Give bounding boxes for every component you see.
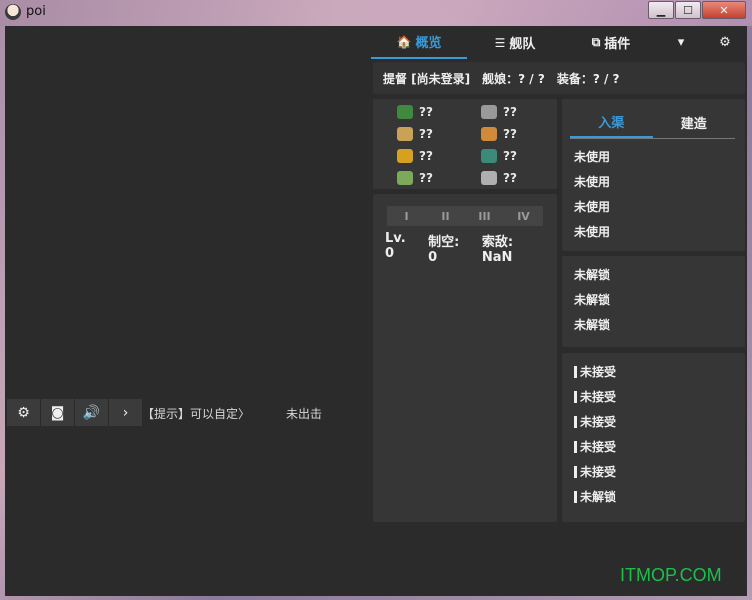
settings-button[interactable]: ⚙ <box>7 399 41 426</box>
status-bar <box>574 440 577 453</box>
expand-button[interactable]: › <box>109 399 143 426</box>
ship-count: 舰娘：? / ? <box>482 71 545 86</box>
tip-text: 【提示】可以自定〉 <box>142 407 251 421</box>
tab-repair-dock[interactable]: 入渠 <box>570 107 653 138</box>
admiral-info: 提督 [尚未登录] 舰娘：? / ? 装备：? / ? <box>373 62 745 94</box>
main-nav: 🏠 概览 ☰ 舰队 ⧉ 插件 ▾ ⚙ <box>371 26 747 59</box>
status-bar <box>574 465 577 478</box>
dock-panel: 入渠 建造 未使用 未使用 未使用 未使用 <box>562 99 745 251</box>
window-titlebar: poi ▁ ☐ ✕ <box>0 0 752 26</box>
screenshot-button[interactable]: ◙ <box>41 399 75 426</box>
fleet-air-power: 制空: 0 <box>428 235 460 265</box>
sitemap-icon: ⧉ <box>591 35 601 49</box>
fuel-icon <box>397 105 413 119</box>
camera-icon: ◙ <box>50 404 65 421</box>
bauxite-icon <box>481 127 497 141</box>
fleet-line-of-sight: 索敌: NaN <box>481 235 514 265</box>
equip-count: 装备：? / ? <box>556 71 620 86</box>
tab-plugins[interactable]: ⧉ 插件 <box>563 26 659 59</box>
chevron-right-icon: › <box>122 404 129 421</box>
resource-ammo: ?? <box>397 125 481 143</box>
home-icon: 🏠 <box>396 34 412 49</box>
fleet-tab-3[interactable]: III <box>465 206 504 226</box>
resource-fuel: ?? <box>397 103 481 121</box>
expedition-list: 未接受 未接受 未接受 未接受 未接受 未解锁 <box>574 359 616 509</box>
locked-slot: 未解锁 <box>574 318 611 332</box>
tab-construction[interactable]: 建造 <box>653 107 736 138</box>
status-bar <box>574 415 577 428</box>
close-button[interactable]: ✕ <box>702 1 746 19</box>
resource-screw: ?? <box>481 169 565 187</box>
fleet-tabs: I II III IV <box>387 206 543 226</box>
maximize-button[interactable]: ☐ <box>675 1 701 19</box>
dock-slot: 未使用 <box>574 175 611 189</box>
tab-fleet[interactable]: ☰ 舰队 <box>467 26 563 59</box>
resource-steel: ?? <box>481 103 565 121</box>
locked-slot: 未解锁 <box>574 293 611 307</box>
steel-icon <box>481 105 497 119</box>
admiral-name: 提督 [尚未登录] <box>383 71 471 86</box>
tab-label: 舰队 <box>509 37 536 52</box>
dock-slot: 未使用 <box>574 150 611 164</box>
gear-icon: ⚙ <box>719 35 731 50</box>
game-toolbar: ⚙ ◙ 🔊 › <box>7 399 143 426</box>
volume-button[interactable]: 🔊 <box>75 399 109 426</box>
screw-icon <box>481 171 497 185</box>
nav-settings-button[interactable]: ⚙ <box>703 26 747 59</box>
minimize-button[interactable]: ▁ <box>648 1 674 19</box>
fleet-tab-2[interactable]: II <box>426 206 465 226</box>
gears-icon: ⚙ <box>17 404 30 421</box>
expedition-slot: 未接受 <box>574 459 616 484</box>
tab-label: 概览 <box>415 36 442 51</box>
resource-instant-repair: ?? <box>481 147 565 165</box>
dock-tabs: 入渠 建造 <box>570 107 735 139</box>
sortie-status: 未出击 <box>286 407 323 421</box>
ammo-icon <box>397 127 413 141</box>
app-icon <box>5 4 21 20</box>
status-bar <box>574 365 577 378</box>
app-client: ⚙ ◙ 🔊 › 【提示】可以自定〉 未出击 🏠 概览 ☰ 舰队 ⧉ 插件 ▾ ⚙… <box>5 26 747 596</box>
burner-icon <box>397 149 413 163</box>
locked-slot: 未解锁 <box>574 268 611 282</box>
tab-overview[interactable]: 🏠 概览 <box>371 26 467 59</box>
resource-instant-construction: ?? <box>397 147 481 165</box>
fleet-level: Lv. 0 <box>385 231 406 261</box>
dock-slot: 未使用 <box>574 200 611 214</box>
window-controls: ▁ ☐ ✕ <box>647 1 746 19</box>
plugin-dropdown[interactable]: ▾ <box>659 26 703 59</box>
fleet-tab-4[interactable]: IV <box>504 206 543 226</box>
bucket-icon <box>397 171 413 185</box>
expedition-slot: 未解锁 <box>574 484 616 509</box>
dock-list: 未使用 未使用 未使用 未使用 <box>574 144 610 244</box>
locked-list: 未解锁 未解锁 未解锁 <box>574 262 610 337</box>
list-icon: ☰ <box>494 35 506 50</box>
resource-bucket: ?? <box>397 169 481 187</box>
repair-bucket-icon <box>481 149 497 163</box>
fleet-stats: Lv. 0 制空: 0 索敌: NaN <box>385 231 557 265</box>
expedition-slot: 未接受 <box>574 384 616 409</box>
fleet-tab-1[interactable]: I <box>387 206 426 226</box>
status-bar <box>574 390 577 403</box>
volume-icon: 🔊 <box>82 404 101 421</box>
expedition-panel: 未接受 未接受 未接受 未接受 未接受 未解锁 <box>562 353 745 522</box>
fleet-panel: I II III IV Lv. 0 制空: 0 索敌: NaN <box>373 194 557 522</box>
expedition-slot: 未接受 <box>574 409 616 434</box>
resource-panel: ?? ?? ?? ?? ?? ?? ?? ?? <box>373 99 557 189</box>
tab-label: 插件 <box>604 37 631 52</box>
game-view[interactable] <box>5 26 368 596</box>
caret-down-icon: ▾ <box>677 35 685 50</box>
locked-panel: 未解锁 未解锁 未解锁 <box>562 256 745 347</box>
watermark: ITMOP.COM <box>620 565 722 585</box>
resource-bauxite: ?? <box>481 125 565 143</box>
expedition-slot: 未接受 <box>574 434 616 459</box>
status-bar <box>574 490 577 503</box>
window-title: poi <box>26 4 46 19</box>
expedition-slot: 未接受 <box>574 359 616 384</box>
dock-slot: 未使用 <box>574 225 611 239</box>
